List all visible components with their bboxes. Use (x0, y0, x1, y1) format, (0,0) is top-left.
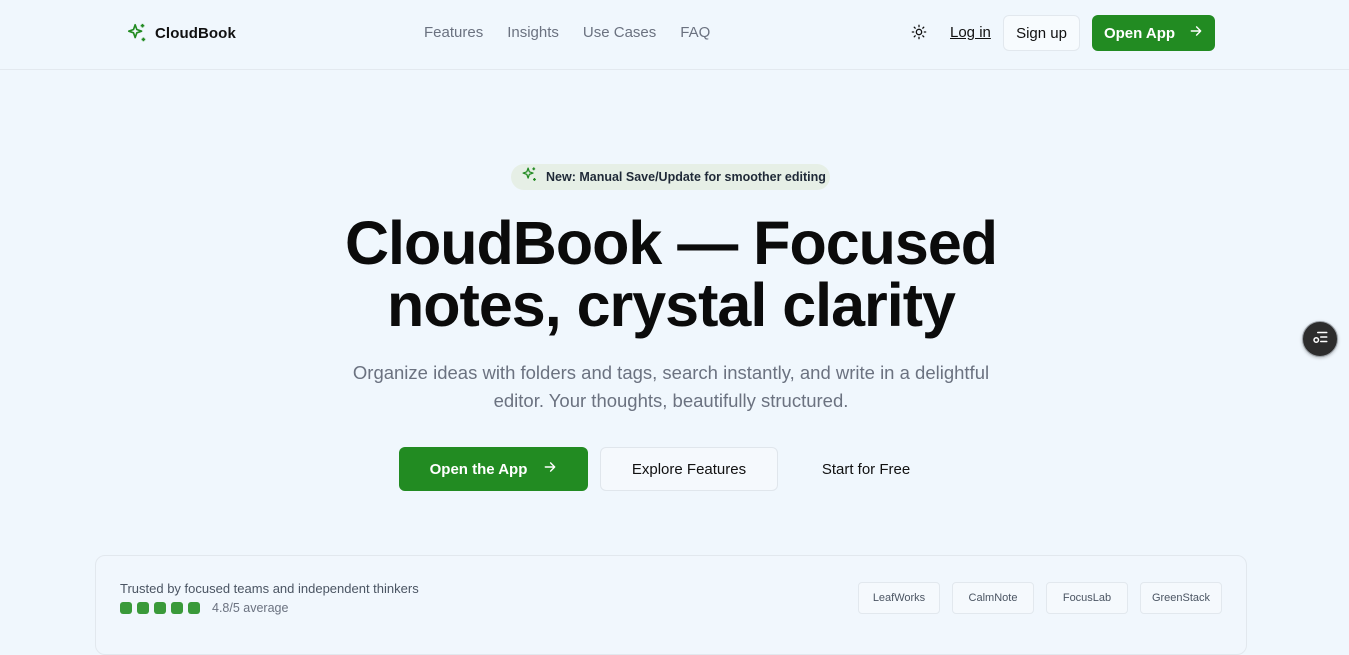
rating-dot (120, 602, 132, 614)
brand-name: CloudBook (155, 24, 236, 42)
rating-dot (137, 602, 149, 614)
rating: 4.8/5 average (120, 601, 288, 615)
hero-title-line-1: CloudBook — Focused (345, 209, 998, 277)
sparkles-icon (126, 22, 148, 44)
logo-greenstack: GreenStack (1140, 582, 1222, 614)
rating-dot (188, 602, 200, 614)
arrow-right-icon (543, 460, 557, 478)
arrow-right-icon (1189, 24, 1203, 42)
open-app-button[interactable]: Open App (1092, 15, 1215, 51)
nav-link-faq[interactable]: FAQ (680, 24, 710, 41)
nav-link-insights[interactable]: Insights (507, 24, 559, 41)
rating-text: 4.8/5 average (212, 601, 289, 615)
logo-leafworks: LeafWorks (858, 582, 940, 614)
login-link[interactable]: Log in (950, 24, 991, 41)
floating-menu-button[interactable] (1302, 321, 1338, 357)
announcement-badge[interactable]: New: Manual Save/Update for smoother edi… (511, 164, 830, 190)
hero-subtitle-line-1: Organize ideas with folders and tags, se… (352, 362, 990, 383)
hero-subtitle-line-2: editor. Your thoughts, beautifully struc… (493, 390, 849, 411)
logo-focuslab: FocusLab (1046, 582, 1128, 614)
rating-dot (171, 602, 183, 614)
customer-logos: LeafWorks CalmNote FocusLab GreenStack (858, 582, 1222, 614)
open-the-app-button[interactable]: Open the App (399, 447, 588, 491)
start-for-free-button[interactable]: Start for Free (790, 447, 942, 491)
sparkles-icon (521, 166, 538, 188)
signup-button[interactable]: Sign up (1003, 15, 1080, 51)
hero-subtitle: Organize ideas with folders and tags, se… (0, 359, 1342, 415)
open-the-app-label: Open the App (429, 460, 528, 478)
main-nav: Features Insights Use Cases FAQ (424, 24, 710, 41)
trust-section: Trusted by focused teams and independent… (95, 555, 1247, 655)
brand[interactable]: CloudBook (126, 21, 236, 45)
open-app-label: Open App (1103, 24, 1176, 42)
hero-title-line-2: notes, crystal clarity (387, 271, 956, 339)
list-settings-icon (1311, 328, 1329, 351)
hero-title: CloudBook — Focused notes, crystal clari… (0, 212, 1342, 336)
top-navigation-bar: CloudBook Features Insights Use Cases FA… (0, 0, 1349, 70)
sun-icon (911, 24, 927, 45)
trust-text: Trusted by focused teams and independent… (120, 581, 419, 596)
nav-link-use-cases[interactable]: Use Cases (583, 24, 656, 41)
logo-calmnote: CalmNote (952, 582, 1034, 614)
rating-dot (154, 602, 166, 614)
explore-features-button[interactable]: Explore Features (600, 447, 778, 491)
nav-link-features[interactable]: Features (424, 24, 483, 41)
theme-toggle-button[interactable] (906, 21, 932, 47)
badge-text: New: Manual Save/Update for smoother edi… (546, 170, 826, 184)
